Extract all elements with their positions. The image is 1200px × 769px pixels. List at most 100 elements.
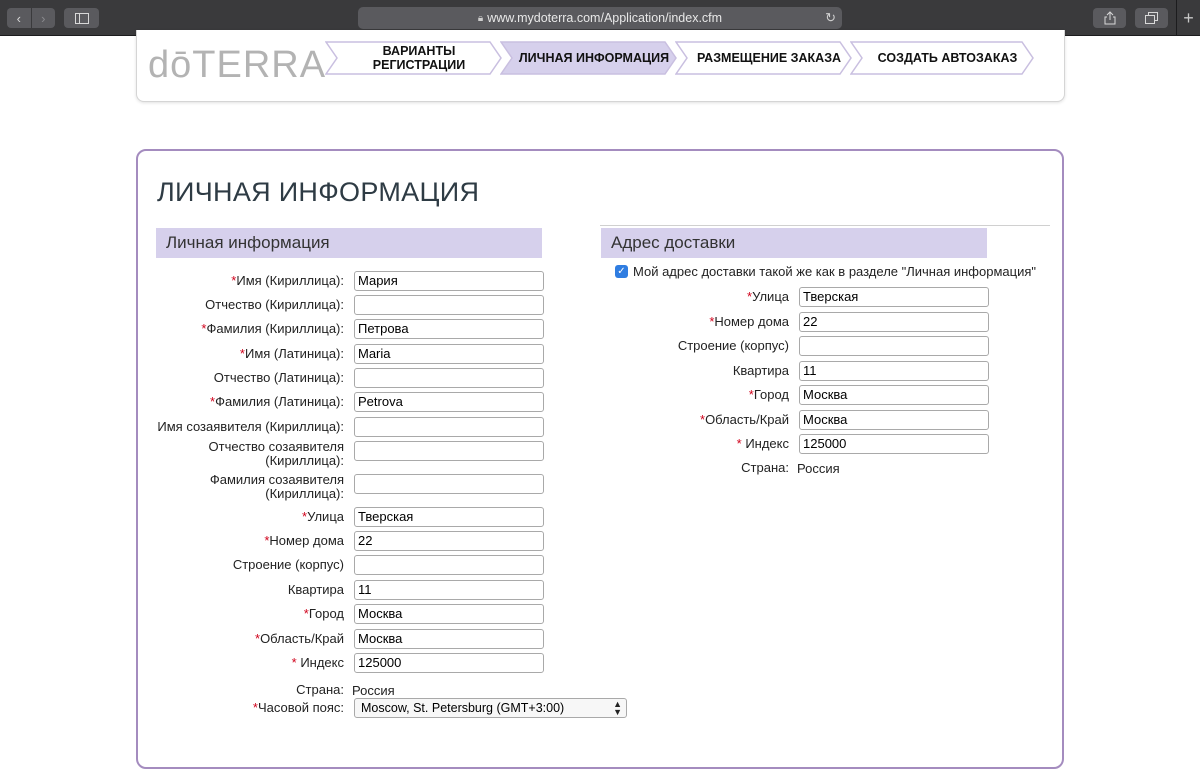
text-input[interactable] [799,336,989,356]
share-icon[interactable] [1093,8,1126,28]
field-label-text: Фамилия (Кириллица): [206,321,344,336]
text-input[interactable]: Москва [354,604,544,624]
back-icon[interactable]: ‹ [7,8,31,28]
shipping-country-row: Страна: Россия [601,459,901,479]
text-input[interactable] [354,295,544,315]
field-label: *Фамилия (Кириллица): [201,322,344,336]
text-input[interactable]: Москва [354,629,544,649]
field-label: Квартира [733,364,789,378]
field-label: *Область/Край [700,413,789,427]
field-label: Имя созаявителя (Кириллица): [157,420,344,434]
text-input[interactable]: 125000 [799,434,989,454]
nav-buttons: ‹ › [7,8,55,28]
field-label-text: Отчество созаявителя (Кириллица): [208,439,344,468]
step-label: РАЗМЕЩЕНИЕ ЗАКАЗА [696,51,842,65]
personal-field-row: *Область/Край Москва [156,629,546,649]
field-label-text: Город [308,606,344,621]
field-label-text: Фамилия созаявителя (Кириллица): [209,472,344,501]
personal-info-form: ЛИЧНАЯ ИНФОРМАЦИЯ Личная информация *Имя… [136,149,1064,769]
step-registration-options[interactable]: ВАРИАНТЫ РЕГИСТРАЦИИ [325,41,503,75]
personal-field-row: Имя созаявителя (Кириллица): [156,417,546,437]
step-label: ВАРИАНТЫ [382,44,456,58]
personal-field-row: *Улица Тверская [156,507,546,527]
text-input[interactable] [354,474,544,494]
shipping-field-row: *Номер дома 22 [601,312,991,332]
shipping-field-row: Строение (корпус) [601,336,991,356]
step-label: ЛИЧНАЯ ИНФОРМАЦИЯ [518,51,670,65]
step-personal-info[interactable]: ЛИЧНАЯ ИНФОРМАЦИЯ [500,41,678,75]
text-input[interactable]: Maria [354,344,544,364]
step-label: СОЗДАТЬ АВТОЗАКАЗ [877,51,1018,65]
shipping-field-row: Квартира 11 [601,361,991,381]
field-label: * Индекс [737,437,789,451]
lock-icon: 🔒︎ [477,12,484,24]
field-label: *Имя (Кириллица): [231,274,344,288]
field-label-text: Область/Край [705,412,789,427]
same-address-label: Мой адрес доставки такой же как в раздел… [633,264,1036,279]
field-label: *Улица [747,290,789,304]
field-label-text: Номер дома [269,533,344,548]
timezone-label-text: Часовой пояс: [257,700,344,715]
field-label: *Город [749,388,789,402]
text-input[interactable]: 11 [799,361,989,381]
timezone-row: *Часовой пояс: Moscow, St. Petersburg (G… [156,697,636,718]
personal-field-row: Отчество (Латиница): [156,368,546,388]
address-bar[interactable]: 🔒︎ www.mydoterra.com/Application/index.c… [358,7,842,29]
field-label-text: Квартира [287,582,344,597]
timezone-label: *Часовой пояс: [253,701,344,715]
text-input[interactable] [354,441,544,461]
field-label: * Индекс [292,656,344,670]
field-label: Отчество созаявителя (Кириллица): [194,440,344,468]
step-create-autoorder[interactable]: СОЗДАТЬ АВТОЗАКАЗ [850,41,1035,75]
shipping-field-row: *Город Москва [601,385,991,405]
text-input[interactable]: Москва [799,410,989,430]
field-label: *Номер дома [709,315,789,329]
field-label-text: Индекс [296,655,344,670]
text-input[interactable]: Петрова [354,319,544,339]
text-input[interactable] [354,555,544,575]
field-label-text: Квартира [732,363,789,378]
field-label: Строение (корпус) [678,339,789,353]
step-place-order[interactable]: РАЗМЕЩЕНИЕ ЗАКАЗА [675,41,853,75]
shipping-field-row: * Индекс 125000 [601,434,991,454]
doterra-logo[interactable]: dōTERRA [148,46,326,84]
text-input[interactable]: Тверская [354,507,544,527]
text-input[interactable]: 11 [354,580,544,600]
field-label-text: Улица [752,289,789,304]
field-label-text: Область/Край [260,631,344,646]
url-text: www.mydoterra.com/Application/index.cfm [487,11,723,25]
text-input[interactable]: Petrova [354,392,544,412]
text-input[interactable] [354,417,544,437]
personal-field-row: Отчество созаявителя (Кириллица): [156,440,546,468]
personal-field-row: *Фамилия (Кириллица): Петрова [156,319,546,339]
text-input[interactable]: Москва [799,385,989,405]
field-label-text: Индекс [741,436,789,451]
personal-field-row: *Номер дома 22 [156,531,546,551]
field-label-text: Улица [307,509,344,524]
text-input[interactable]: Мария [354,271,544,291]
shipping-field-row: *Улица Тверская [601,287,991,307]
text-input[interactable]: 125000 [354,653,544,673]
field-label: *Улица [302,510,344,524]
text-input[interactable] [354,368,544,388]
timezone-select[interactable]: Moscow, St. Petersburg (GMT+3:00) ▲ ▼ [354,698,627,718]
forward-icon[interactable]: › [30,8,56,28]
reload-icon[interactable]: ↻ [825,10,836,26]
text-input[interactable]: 22 [354,531,544,551]
text-input[interactable]: Тверская [799,287,989,307]
personal-field-row: *Имя (Латиница): Maria [156,344,546,364]
shipping-field-row: *Область/Край Москва [601,410,991,430]
field-label: Отчество (Латиница): [214,371,344,385]
new-tab-icon[interactable]: + [1176,0,1200,36]
header-card: dōTERRA ВАРИАНТЫ РЕГИСТРАЦИИ ЛИЧНАЯ ИНФОР… [136,30,1065,102]
field-label-text: Имя (Кириллица): [236,273,344,288]
text-input[interactable]: 22 [799,312,989,332]
field-label: *Фамилия (Латиница): [210,395,344,409]
divider [600,225,1050,226]
field-label: Отчество (Кириллица): [205,298,344,312]
sidebar-toggle-icon[interactable] [64,8,99,28]
tabs-overview-icon[interactable] [1135,8,1168,28]
same-address-checkbox[interactable]: ✓ [615,265,628,278]
field-label: Квартира [288,583,344,597]
field-label-text: Строение (корпус) [677,338,789,353]
